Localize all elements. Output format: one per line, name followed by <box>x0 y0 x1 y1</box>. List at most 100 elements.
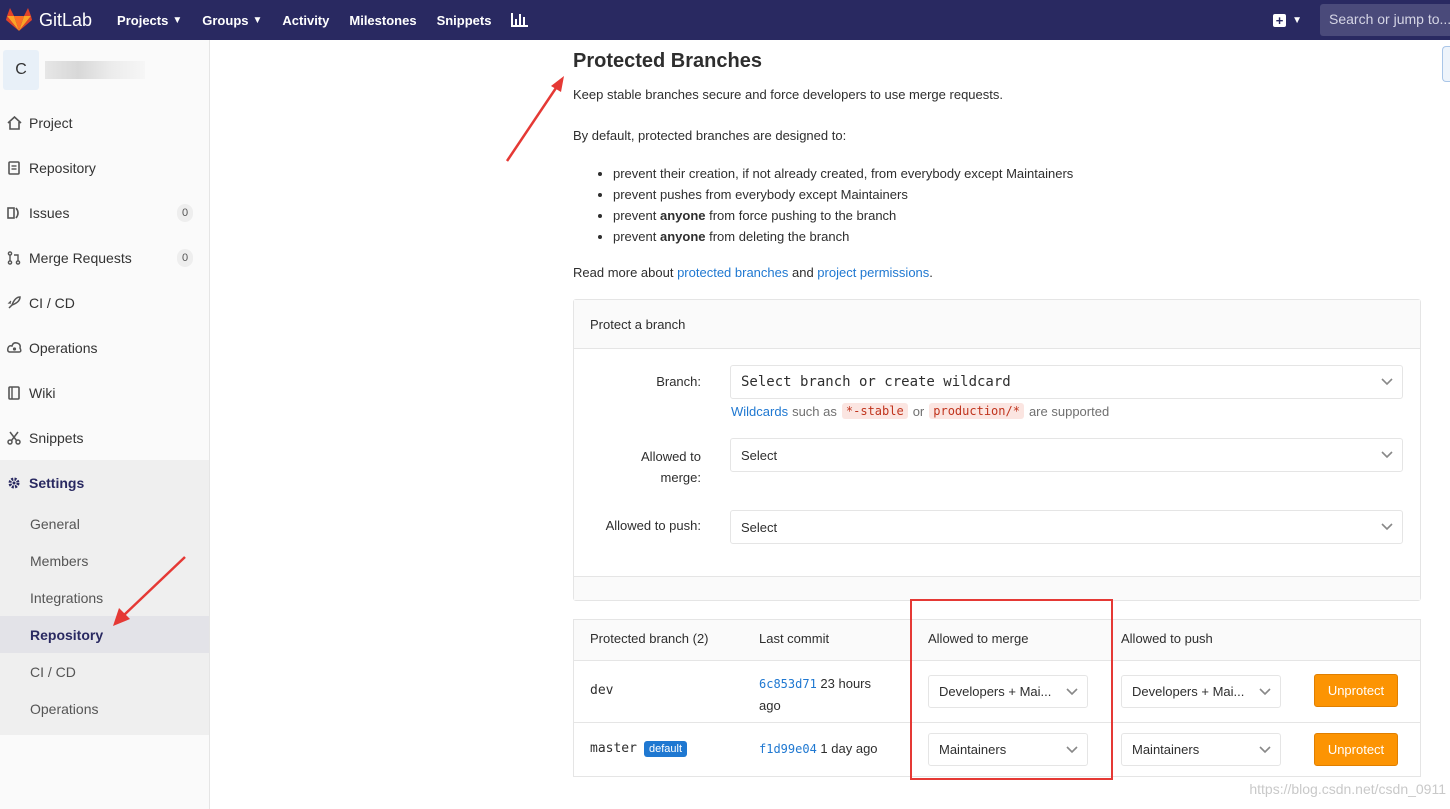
read-more-mid: and <box>788 265 818 280</box>
dropdown-value: Maintainers <box>1132 742 1200 757</box>
issues-count-badge: 0 <box>177 203 193 222</box>
analytics-chart-icon[interactable] <box>511 13 529 27</box>
allowed-to-push-dropdown[interactable]: Maintainers <box>1121 733 1281 766</box>
branch-label: Branch: <box>656 374 701 389</box>
nav-projects-dropdown[interactable]: Projects ▼ <box>117 13 182 28</box>
sidebar-item-label: Issues <box>29 204 70 221</box>
dropdown-value: Developers + Mai... <box>1132 684 1245 699</box>
help-text: such as <box>792 403 837 419</box>
sidebar-item-project[interactable]: Project <box>0 100 209 145</box>
commit-sha-link[interactable]: 6c853d71 <box>759 677 817 691</box>
help-text: or <box>912 403 925 419</box>
sidebar-item-label: Wiki <box>29 384 56 401</box>
plus-square-icon: + <box>1273 13 1287 27</box>
rule-emphasis: anyone <box>659 208 706 223</box>
commit-time: 23 hours <box>820 676 872 691</box>
project-sidebar: C Project Repository Issues 0 Merge Requ… <box>0 40 210 809</box>
branch-name: dev <box>590 683 614 698</box>
last-commit-cell: f1d99e04 1 day ago <box>759 741 878 756</box>
branch-select-dropdown[interactable]: Select branch or create wildcard <box>730 365 1403 399</box>
project-permissions-link[interactable]: project permissions <box>817 265 929 280</box>
protected-branches-link[interactable]: protected branches <box>677 265 788 280</box>
list-item: prevent anyone from force pushing to the… <box>613 205 1073 226</box>
commit-sha-link[interactable]: f1d99e04 <box>759 742 817 756</box>
rule-text: prevent <box>613 229 660 244</box>
doc-icon <box>6 160 22 176</box>
settings-sub-operations[interactable]: Operations <box>0 690 209 727</box>
page-intro: Keep stable branches secure and force de… <box>573 87 1003 102</box>
protection-rules-list: prevent their creation, if not already c… <box>595 163 1073 247</box>
merge-request-icon <box>6 250 22 266</box>
last-commit-cell: 6c853d71 23 hours ago <box>759 673 871 716</box>
wildcards-link[interactable]: Wildcards <box>731 404 788 419</box>
nav-activity-link[interactable]: Activity <box>282 13 329 28</box>
allowed-to-push-dropdown[interactable]: Developers + Mai... <box>1121 675 1281 708</box>
nav-groups-dropdown[interactable]: Groups ▼ <box>202 13 262 28</box>
allowed-to-merge-dropdown[interactable]: Select <box>730 438 1403 472</box>
home-icon <box>6 115 22 131</box>
branch-select-placeholder: Select branch or create wildcard <box>741 374 1011 390</box>
gitlab-logo-link[interactable]: GitLab <box>6 0 92 40</box>
new-item-dropdown[interactable]: + ▼ <box>1273 13 1302 27</box>
search-input[interactable]: Search or jump to... <box>1320 4 1450 36</box>
help-text: are supported <box>1028 403 1110 419</box>
read-more-suffix: . <box>929 265 933 280</box>
sidebar-item-settings[interactable]: Settings <box>0 460 209 505</box>
wildcard-example-code: production/* <box>929 403 1024 419</box>
sidebar-item-merge-requests[interactable]: Merge Requests 0 <box>0 235 209 280</box>
project-header[interactable]: C <box>0 40 209 100</box>
sidebar-item-ci-cd[interactable]: CI / CD <box>0 280 209 325</box>
sidebar-item-snippets[interactable]: Snippets <box>0 415 209 460</box>
brand-name: GitLab <box>39 9 93 30</box>
branch-name: master <box>590 741 637 756</box>
gitlab-fox-icon <box>6 8 32 31</box>
list-item: prevent anyone from deleting the branch <box>613 226 1073 247</box>
read-more-prefix: Read more about <box>573 265 678 280</box>
chevron-down-icon <box>1380 374 1394 388</box>
sidebar-item-label: Project <box>29 114 73 131</box>
annotation-arrow-icon <box>505 76 564 162</box>
commit-time: ago <box>759 698 781 713</box>
branch-name-cell: master default <box>590 741 687 757</box>
scissors-icon <box>6 430 22 446</box>
settings-sub-general[interactable]: General <box>0 505 209 542</box>
nav-groups-label: Groups <box>202 12 249 28</box>
cloud-gear-icon <box>6 340 22 356</box>
gear-icon <box>6 475 22 491</box>
sidebar-item-label: Settings <box>29 474 85 491</box>
chevron-down-icon <box>1258 684 1272 698</box>
allowed-to-push-dropdown[interactable]: Select <box>730 510 1403 544</box>
sidebar-item-operations[interactable]: Operations <box>0 325 209 370</box>
sidebar-item-issues[interactable]: Issues 0 <box>0 190 209 235</box>
sidebar-item-label: CI / CD <box>29 294 75 311</box>
chevron-down-icon <box>1380 519 1394 533</box>
rule-emphasis: anyone <box>659 229 706 244</box>
read-more-text: Read more about protected branches and p… <box>573 265 933 280</box>
rule-text: prevent <box>613 208 660 223</box>
wildcard-example-code: *-stable <box>841 403 908 419</box>
nav-snippets-link[interactable]: Snippets <box>437 13 492 28</box>
column-header: Last commit <box>759 631 830 646</box>
wildcard-help: Wildcards such as *-stable or production… <box>731 403 1109 419</box>
dropdown-value: Select <box>741 519 778 535</box>
unprotect-button[interactable]: Unprotect <box>1314 674 1398 707</box>
scroll-indicator[interactable] <box>1442 46 1450 82</box>
nav-milestones-link[interactable]: Milestones <box>349 13 416 28</box>
sidebar-item-label: Merge Requests <box>29 249 132 266</box>
merge-requests-count-badge: 0 <box>177 248 193 267</box>
unprotect-button[interactable]: Unprotect <box>1314 733 1398 766</box>
settings-sub-ci-cd[interactable]: CI / CD <box>0 653 209 690</box>
label-line: merge: <box>660 470 701 485</box>
rule-text: prevent their creation, if not already c… <box>613 166 1074 181</box>
column-header: Protected branch (2) <box>590 631 709 646</box>
rule-text: from deleting the branch <box>705 229 850 244</box>
page-title: Protected Branches <box>573 50 762 72</box>
column-header: Allowed to push <box>1121 631 1213 646</box>
label-line: Allowed to <box>641 449 701 464</box>
sidebar-item-wiki[interactable]: Wiki <box>0 370 209 415</box>
sidebar-item-repository[interactable]: Repository <box>0 145 209 190</box>
project-name-blurred <box>45 61 145 79</box>
chevron-down-icon: ▼ <box>1292 14 1302 26</box>
watermark-text: https://blog.csdn.net/csdn_0911 <box>1249 781 1446 797</box>
chevron-down-icon <box>1380 447 1394 461</box>
